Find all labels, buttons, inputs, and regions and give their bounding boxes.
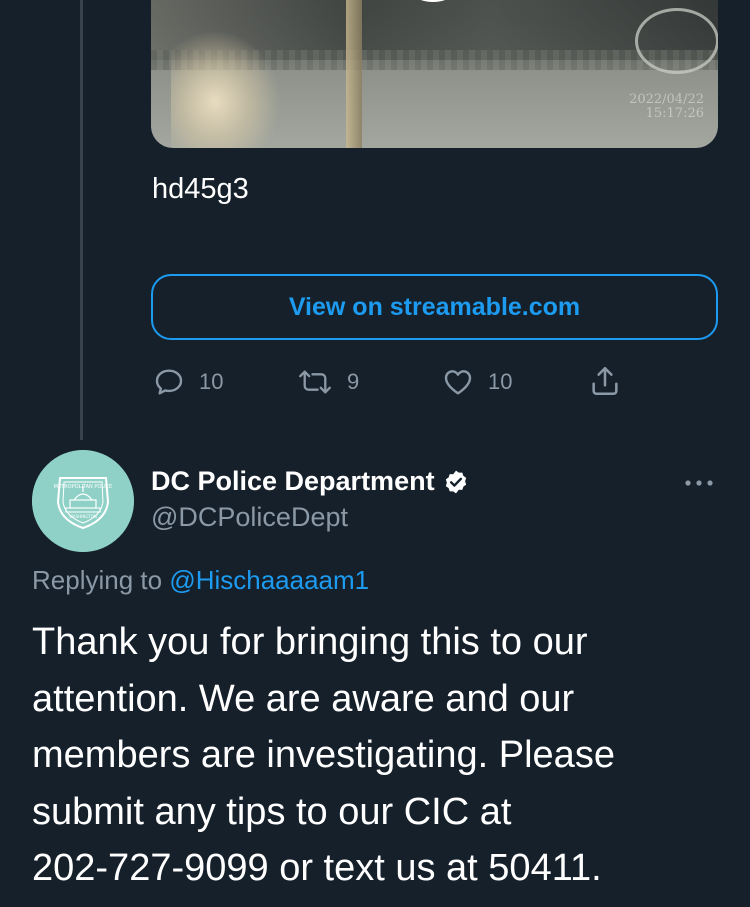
like-count: 10 bbox=[488, 369, 513, 394]
tweet-body-text: Thank you for bringing this to our atten… bbox=[32, 614, 732, 897]
avatar[interactable]: METROPOLITAN POLICE WASHINGTON bbox=[32, 450, 134, 552]
author-name-row[interactable]: DC Police Department bbox=[151, 466, 469, 497]
share-action[interactable] bbox=[588, 364, 622, 398]
replying-to: Replying to @Hischaaaaam1 bbox=[32, 565, 369, 596]
verified-badge-icon bbox=[445, 470, 466, 493]
tweet-action-bar: 10 9 10 bbox=[0, 362, 750, 402]
reply-count: 10 bbox=[199, 369, 224, 394]
share-icon bbox=[592, 366, 618, 396]
view-on-streamable-button[interactable]: View on streamable.com bbox=[151, 274, 718, 340]
tweet-thread-view: 2022/04/22 15:17:26 hd45g3 View on strea… bbox=[0, 0, 750, 907]
more-options-icon[interactable] bbox=[682, 473, 716, 493]
reply-action[interactable]: 10 bbox=[153, 366, 223, 398]
avatar-badge-text-bottom: WASHINGTON bbox=[69, 514, 97, 519]
replying-to-prefix: Replying to bbox=[32, 565, 170, 595]
tweet-body-line: members are investigating. Please bbox=[32, 734, 615, 776]
heart-icon bbox=[444, 370, 472, 395]
video-thumbnail[interactable]: 2022/04/22 15:17:26 bbox=[151, 0, 718, 148]
tweet-body-line: submit any tips to our CIC at bbox=[32, 790, 512, 833]
author-name[interactable]: DC Police Department bbox=[151, 466, 435, 497]
tweet-body-line: 202-727-9099 or text us at 50411. bbox=[32, 847, 602, 889]
tweet-body-line: Thank you for bringing this to our bbox=[32, 621, 588, 663]
retweet-icon bbox=[299, 370, 331, 394]
like-action[interactable]: 10 bbox=[442, 366, 512, 398]
police-badge-logo: METROPOLITAN POLICE WASHINGTON bbox=[32, 450, 134, 552]
replying-to-mention-link[interactable]: @Hischaaaaam1 bbox=[169, 565, 369, 595]
tweet-body-line: attention. We are aware and our bbox=[32, 677, 575, 720]
avatar-badge-text-top: METROPOLITAN POLICE bbox=[54, 484, 112, 490]
retweet-count: 9 bbox=[347, 369, 360, 394]
author-handle[interactable]: @DCPoliceDept bbox=[151, 502, 348, 533]
video-timestamp-time: 15:17:26 bbox=[645, 106, 704, 121]
previous-tweet-text: hd45g3 bbox=[152, 173, 249, 205]
reply-icon bbox=[155, 369, 183, 395]
video-timestamp-date: 2022/04/22 bbox=[629, 92, 704, 107]
retweet-action[interactable]: 9 bbox=[297, 366, 359, 398]
video-timestamp: 2022/04/22 15:17:26 bbox=[629, 93, 704, 121]
